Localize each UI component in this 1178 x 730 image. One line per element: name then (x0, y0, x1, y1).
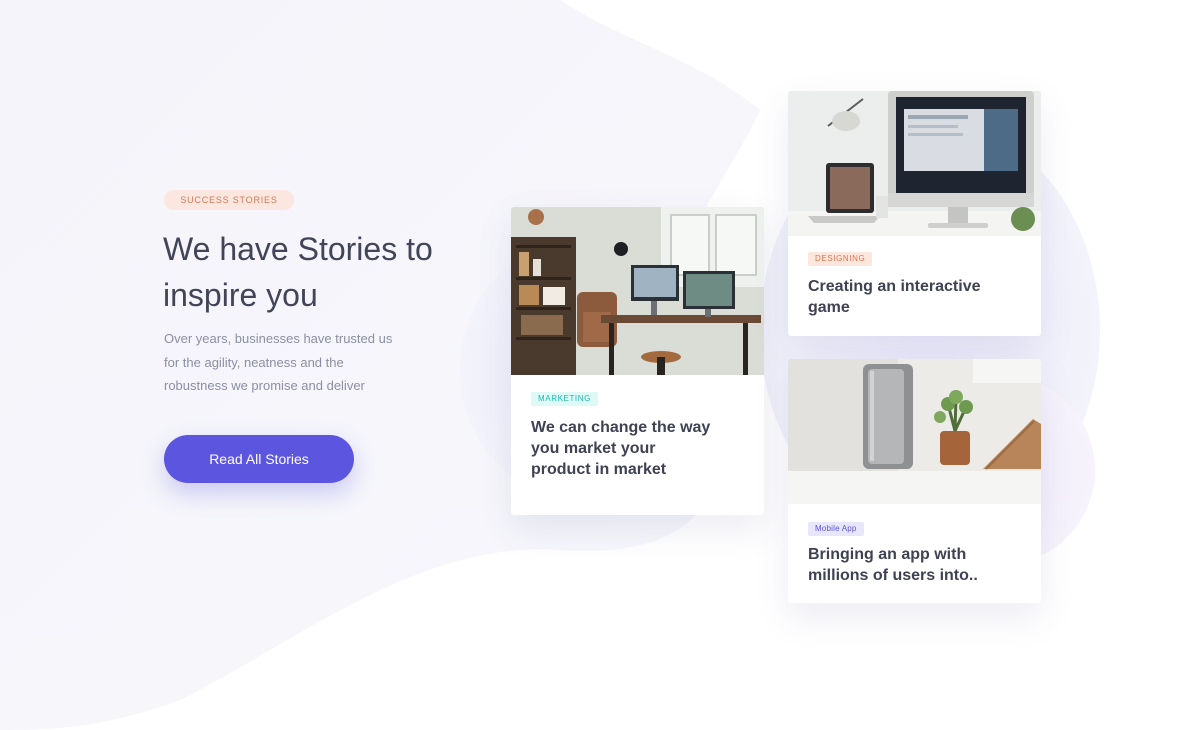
story-card-designing[interactable]: DESIGNING Creating an interactive game (788, 91, 1041, 336)
category-tag-mobile-app: Mobile App (808, 522, 864, 536)
page-headline: We have Stories to inspire you (163, 231, 433, 313)
imac-workstation-photo (788, 91, 1041, 236)
story-title-marketing[interactable]: We can change the way you market your pr… (531, 417, 711, 480)
story-card-marketing[interactable]: MARKETING We can change the way you mark… (511, 207, 764, 515)
read-all-stories-button[interactable]: Read All Stories (164, 435, 354, 483)
success-stories-section: SUCCESS STORIES We have Stories to inspi… (0, 0, 1178, 730)
speaker-and-plant-photo (788, 359, 1041, 504)
category-tag-marketing: MARKETING (531, 392, 598, 406)
story-card-mobile-app[interactable]: Mobile App Bringing an app with millions… (788, 359, 1041, 603)
story-title-mobile-app[interactable]: Bringing an app with millions of users i… (808, 544, 1008, 586)
hero-description: Over years, businesses have trusted us f… (164, 331, 393, 393)
story-title-designing[interactable]: Creating an interactive game (808, 276, 1008, 318)
home-office-desk-photo (511, 207, 764, 375)
success-stories-badge: SUCCESS STORIES (164, 190, 294, 210)
category-tag-designing: DESIGNING (808, 252, 873, 266)
